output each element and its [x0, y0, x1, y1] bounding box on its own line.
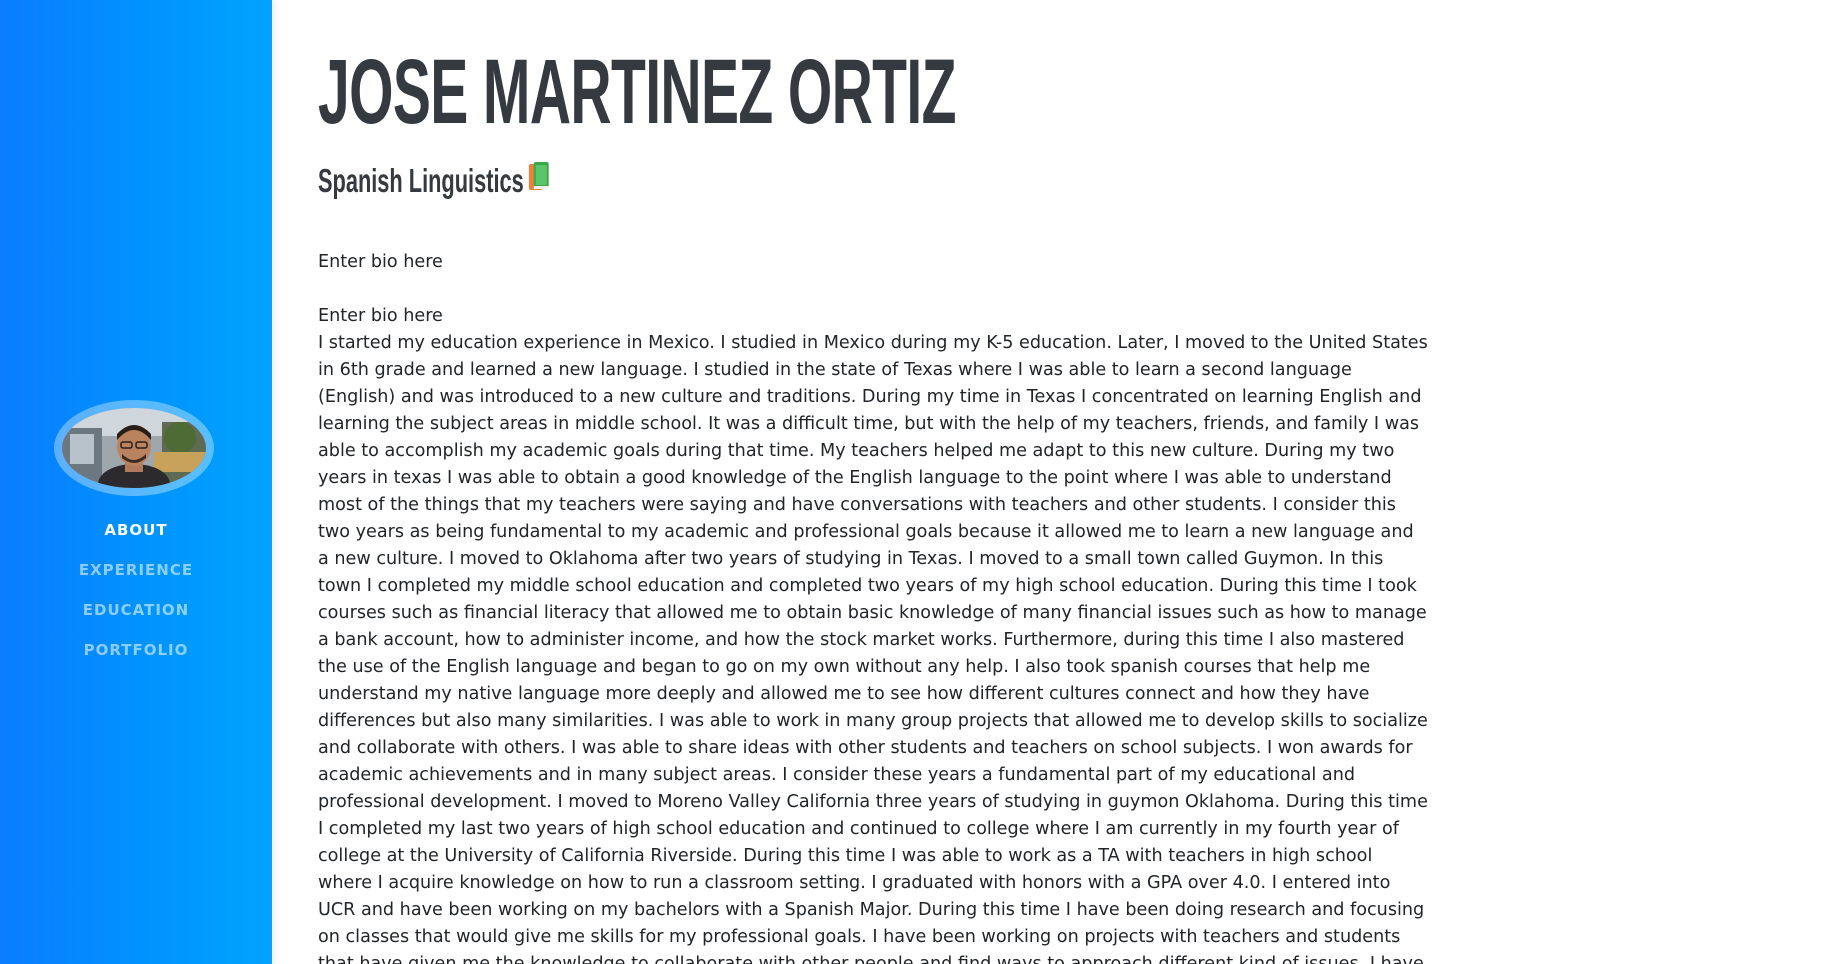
about-section: Jose Martinez Ortiz Spanish Linguistics …: [318, 0, 1428, 964]
bio-body: I started my education experience in Mex…: [318, 333, 1428, 964]
nav-item-portfolio[interactable]: Portfolio: [0, 640, 272, 660]
books-icon: [528, 160, 550, 201]
subtitle-text: Spanish Linguistics: [318, 161, 524, 199]
nav-item-education[interactable]: Education: [0, 600, 272, 620]
nav-item-about[interactable]: About: [0, 520, 272, 540]
bio-intro-repeat: Enter bio here: [318, 306, 443, 326]
page-title: Jose Martinez Ortiz: [318, 41, 956, 143]
sidebar-nav: About Experience Education Portfolio: [0, 520, 272, 680]
bio: Enter bio here Enter bio here I started …: [318, 249, 1428, 964]
avatar: [54, 400, 214, 496]
subtitle: Spanish Linguistics: [318, 160, 1051, 201]
profile-photo: [62, 408, 206, 488]
nav-item-experience[interactable]: Experience: [0, 560, 272, 580]
sidebar: About Experience Education Portfolio: [0, 0, 272, 964]
bio-intro: Enter bio here: [318, 252, 443, 272]
